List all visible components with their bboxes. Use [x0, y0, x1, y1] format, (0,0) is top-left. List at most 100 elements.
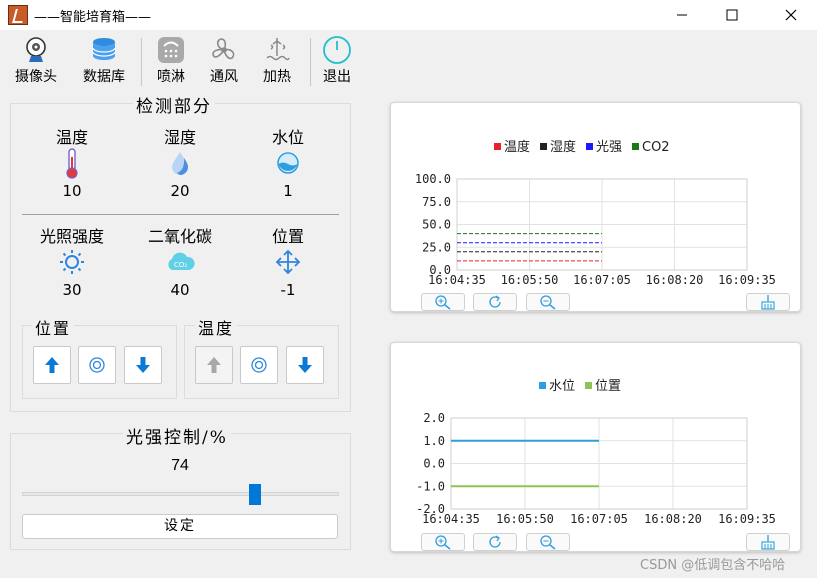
close-icon [785, 9, 797, 21]
y-tick-label: 25.0 [422, 240, 451, 254]
chart2-zoom-in-button[interactable] [421, 533, 465, 551]
y-tick-label: 100.0 [415, 172, 451, 186]
maximize-icon [726, 9, 738, 21]
y-tick-label: 75.0 [422, 195, 451, 209]
title-bar: ——智能培育箱—— [0, 0, 817, 30]
temperature-down-button[interactable] [286, 346, 324, 384]
camera-icon [26, 37, 46, 62]
position-sensor: 位置 -1 [243, 223, 333, 301]
chart2-zoom-out-button[interactable] [526, 533, 570, 551]
database-icon [92, 38, 116, 60]
zoom-in-icon [435, 535, 451, 550]
legend-label: 位置 [595, 379, 621, 394]
window-title: ——智能培育箱—— [34, 10, 152, 25]
y-tick-label: 2.0 [423, 411, 445, 425]
chart2-reset-button[interactable] [473, 533, 517, 551]
light-sensor: 光照强度 30 [27, 223, 117, 301]
heater-icon [266, 38, 290, 61]
y-tick-label: 1.0 [423, 434, 445, 448]
humidity-sensor: 湿度 20 [135, 124, 225, 202]
divider [22, 214, 339, 215]
ventilate-button[interactable]: 通风 [196, 36, 252, 88]
zoom-out-icon [540, 295, 556, 310]
legend-swatch [540, 143, 547, 150]
temperature-stop-button[interactable] [240, 346, 278, 384]
y-tick-label: 0.0 [423, 457, 445, 471]
arrow-up-icon [45, 357, 59, 373]
level-chart-panel: 水位 位置 2.0 1.0 0.0 -1.0 -2.0 16:04:35 16:05:50 16:… [390, 342, 801, 552]
x-tick-label: 16:09:35 [718, 512, 776, 526]
thermometer-icon [66, 148, 78, 179]
broom-icon [761, 295, 775, 310]
legend-label: 水位 [549, 379, 575, 394]
watermark: CSDN @低调包含不哈哈 [640, 558, 786, 573]
toolbar-separator [141, 38, 142, 86]
co2-sensor: 二氧化碳 CO₂ 40 [135, 223, 225, 301]
legend-swatch [585, 382, 592, 389]
set-button[interactable]: 设定 [22, 514, 338, 539]
move-arrows-icon [275, 249, 301, 275]
temperature-up-button[interactable] [195, 346, 233, 384]
legend-label: CO2 [642, 140, 670, 155]
spray-button[interactable]: 喷淋 [143, 36, 199, 88]
app-logo-icon [8, 5, 28, 25]
x-tick-label: 16:08:20 [646, 273, 704, 287]
position-group-title: 位置 [32, 315, 75, 339]
target-icon [89, 357, 105, 373]
broom-icon [761, 535, 775, 550]
zoom-in-icon [435, 295, 451, 310]
fan-icon [212, 38, 235, 60]
co2-cloud-icon: CO₂ [168, 252, 195, 270]
close-button[interactable] [768, 0, 814, 30]
legend-swatch [632, 143, 639, 150]
exit-button[interactable]: 退出 [309, 36, 365, 88]
humidity-value: 20 [170, 182, 190, 200]
camera-button[interactable]: 摄像头 [8, 36, 64, 88]
temperature-sensor: 温度 10 [27, 124, 117, 202]
light-value: 30 [62, 281, 82, 299]
legend-label: 光强 [596, 140, 622, 155]
chart2-clear-button[interactable] [746, 533, 790, 551]
maximize-button[interactable] [709, 0, 755, 30]
sensor-chart-panel: 温度 湿度 光强 CO2 100.0 75.0 50.0 25.0 0.0 16:04:35 16:… [390, 102, 801, 312]
chart1-clear-button[interactable] [746, 293, 790, 311]
detect-group-title: 检测部分 [133, 92, 215, 117]
minimize-button[interactable] [659, 0, 705, 30]
x-tick-label: 16:08:20 [644, 512, 702, 526]
temperature-group-title: 温度 [195, 315, 238, 339]
water-level-sensor: 水位 1 [243, 124, 333, 202]
toolbar: 摄像头 数据库 喷淋 通风 加热 退出 [0, 30, 817, 90]
svg-text:CO₂: CO₂ [174, 261, 187, 269]
legend-swatch [586, 143, 593, 150]
y-tick-label: -1.0 [416, 479, 445, 493]
position-stop-button[interactable] [78, 346, 116, 384]
light-slider-track[interactable] [22, 492, 339, 496]
sensor-chart: 温度 湿度 光强 CO2100.075.050.025.00.016:04:35 16:… [415, 139, 776, 287]
water-level-value: 1 [283, 182, 293, 200]
database-button[interactable]: 数据库 [76, 36, 132, 88]
heat-button[interactable]: 加热 [249, 36, 305, 88]
light-slider-handle[interactable] [249, 484, 261, 505]
legend-swatch [494, 143, 501, 150]
sun-icon [60, 250, 84, 274]
minimize-icon [677, 14, 687, 16]
arrow-up-icon [207, 357, 221, 373]
arrow-down-icon [298, 357, 312, 373]
position-value: -1 [280, 281, 296, 299]
refresh-icon [489, 295, 501, 308]
arrow-down-icon [136, 357, 150, 373]
x-tick-label: 16:05:50 [501, 273, 559, 287]
chart1-reset-button[interactable] [473, 293, 517, 311]
temperature-value: 10 [62, 182, 82, 200]
x-tick-label: 16:07:05 [570, 512, 628, 526]
chart1-zoom-in-button[interactable] [421, 293, 465, 311]
co2-value: 40 [170, 281, 190, 299]
water-drop-icon [172, 152, 188, 175]
spray-icon [158, 37, 184, 63]
chart1-zoom-out-button[interactable] [526, 293, 570, 311]
x-tick-label: 16:07:05 [573, 273, 631, 287]
position-up-button[interactable] [33, 346, 71, 384]
position-down-button[interactable] [124, 346, 162, 384]
light-control-title: 光强控制/% [123, 423, 231, 448]
x-tick-label: 16:04:35 [422, 512, 480, 526]
